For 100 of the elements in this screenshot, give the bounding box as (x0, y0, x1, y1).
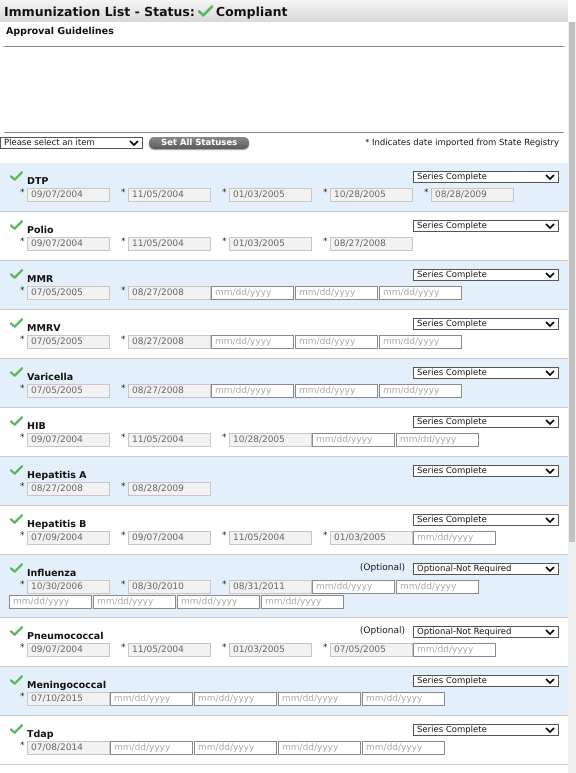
date-field[interactable]: 11/05/2004 (128, 237, 211, 251)
date-field[interactable]: 11/05/2004 (229, 531, 312, 545)
date-field[interactable]: 01/03/2005 (229, 237, 312, 251)
date-field[interactable]: mm/dd/yyyy (362, 741, 445, 755)
date-field[interactable]: mm/dd/yyyy (295, 286, 378, 300)
date-field[interactable]: mm/dd/yyyy (379, 335, 462, 349)
status-dropdown[interactable]: Optional-Not Required (413, 563, 559, 575)
date-field[interactable]: 07/09/2004 (27, 531, 110, 545)
asterisk: * (20, 433, 26, 445)
date-field[interactable]: mm/dd/yyyy (211, 335, 294, 349)
registry-note: * Indicates date imported from State Registry (365, 138, 559, 148)
date-field[interactable]: mm/dd/yyyy (295, 384, 378, 398)
set-all-button[interactable]: Set All Statuses (149, 137, 250, 149)
date-field[interactable]: mm/dd/yyyy (278, 741, 361, 755)
date-field[interactable]: mm/dd/yyyy (278, 692, 361, 706)
asterisk: * (222, 531, 228, 543)
vaccine-name: Hepatitis A (27, 470, 87, 481)
date-field[interactable]: 11/05/2004 (128, 643, 211, 657)
date-field[interactable]: 09/07/2004 (27, 433, 110, 447)
date-field[interactable]: 08/27/2008 (128, 286, 211, 300)
status-dropdown[interactable]: Optional-Not Required (413, 626, 559, 638)
date-field[interactable]: 08/28/2009 (431, 188, 514, 202)
vaccine-name: MMR (27, 274, 54, 285)
status-dropdown[interactable]: Series Complete (413, 269, 559, 281)
date-field[interactable]: mm/dd/yyyy (379, 384, 462, 398)
vaccine-name: Influenza (27, 568, 76, 579)
date-field[interactable]: 08/27/2008 (128, 384, 211, 398)
scrollbar[interactable] (568, 22, 576, 773)
status-dropdown[interactable]: Series Complete (413, 220, 559, 232)
date-field[interactable]: 10/28/2005 (330, 188, 413, 202)
status-dropdown[interactable]: Series Complete (413, 171, 559, 183)
date-field[interactable]: 07/05/2005 (330, 643, 413, 657)
caret-icon (545, 516, 555, 524)
status-dropdown[interactable]: Series Complete (413, 724, 559, 736)
status-dropdown[interactable]: Series Complete (413, 514, 559, 526)
date-field[interactable]: 07/08/2014 (27, 741, 110, 755)
date-field[interactable]: 07/05/2005 (27, 384, 110, 398)
asterisk: * (222, 433, 228, 445)
date-field[interactable]: mm/dd/yyyy (379, 286, 462, 300)
date-field[interactable]: mm/dd/yyyy (177, 595, 260, 609)
date-field[interactable]: 01/03/2005 (229, 188, 312, 202)
status-dropdown[interactable]: Series Complete (413, 675, 559, 687)
date-field[interactable]: 08/27/2008 (27, 482, 110, 496)
status-dropdown[interactable]: Series Complete (413, 367, 559, 379)
date-field[interactable]: mm/dd/yyyy (295, 335, 378, 349)
date-field[interactable]: mm/dd/yyyy (362, 692, 445, 706)
date-field[interactable]: 01/03/2005 (229, 643, 312, 657)
asterisk: * (121, 643, 126, 655)
date-field[interactable]: mm/dd/yyyy (312, 580, 395, 594)
date-field[interactable]: 01/03/2005 (330, 531, 413, 545)
asterisk: * (222, 643, 228, 655)
date-field[interactable]: mm/dd/yyyy (396, 433, 479, 447)
date-field[interactable]: mm/dd/yyyy (93, 595, 176, 609)
asterisk: * (20, 531, 26, 543)
date-field[interactable]: 10/30/2006 (27, 580, 110, 594)
date-field[interactable]: mm/dd/yyyy (110, 741, 193, 755)
date-field[interactable]: 07/10/2015 (27, 692, 110, 706)
vaccine-name: MMRV (27, 323, 61, 334)
date-field[interactable]: 08/27/2008 (128, 335, 211, 349)
caret-icon (129, 140, 139, 146)
date-field[interactable]: 09/07/2004 (27, 643, 110, 657)
asterisk: * (424, 188, 430, 200)
date-field[interactable]: mm/dd/yyyy (211, 286, 294, 300)
date-field[interactable]: 07/05/2005 (27, 286, 110, 300)
date-field[interactable]: 10/28/2005 (229, 433, 312, 447)
date-field[interactable]: mm/dd/yyyy (312, 433, 395, 447)
asterisk: * (121, 237, 126, 249)
vaccine-name: Hepatitis B (27, 519, 86, 530)
vaccine-name: Tdap (27, 729, 54, 740)
date-field[interactable]: mm/dd/yyyy (194, 741, 277, 755)
asterisk: * (20, 692, 26, 704)
caret-icon (545, 678, 555, 684)
date-field[interactable]: mm/dd/yyyy (9, 595, 92, 609)
date-field[interactable]: 08/30/2010 (128, 580, 211, 594)
vaccine-name: Meningococcal (27, 680, 106, 691)
date-field[interactable]: mm/dd/yyyy (413, 531, 496, 545)
asterisk: * (323, 188, 328, 200)
date-field[interactable]: mm/dd/yyyy (261, 595, 344, 609)
date-field[interactable]: 08/31/2011 (229, 580, 312, 594)
asterisk: * (222, 580, 228, 592)
status-dropdown[interactable]: Series Complete (413, 416, 559, 428)
status-label: Compliant (216, 4, 288, 18)
status-dropdown[interactable]: Series Complete (413, 318, 559, 330)
date-field[interactable]: 09/07/2004 (128, 531, 211, 545)
date-field[interactable]: 08/27/2008 (330, 237, 413, 251)
date-field[interactable]: 09/07/2004 (27, 237, 110, 251)
status-dropdown[interactable]: Please select an item (0, 137, 143, 149)
date-field[interactable]: 11/05/2004 (128, 188, 211, 202)
caret-icon (545, 566, 555, 572)
date-field[interactable]: 09/07/2004 (27, 188, 110, 202)
date-field[interactable]: 07/05/2005 (27, 335, 110, 349)
date-field[interactable]: mm/dd/yyyy (110, 692, 193, 706)
date-field[interactable]: mm/dd/yyyy (194, 692, 277, 706)
date-field[interactable]: 08/28/2009 (128, 482, 211, 496)
date-field[interactable]: 11/05/2004 (128, 433, 211, 447)
date-field[interactable]: mm/dd/yyyy (211, 384, 294, 398)
date-field[interactable]: mm/dd/yyyy (413, 643, 496, 657)
status-dropdown[interactable]: Series Complete (413, 465, 559, 477)
caret-icon (545, 320, 555, 328)
date-field[interactable]: mm/dd/yyyy (396, 580, 479, 594)
